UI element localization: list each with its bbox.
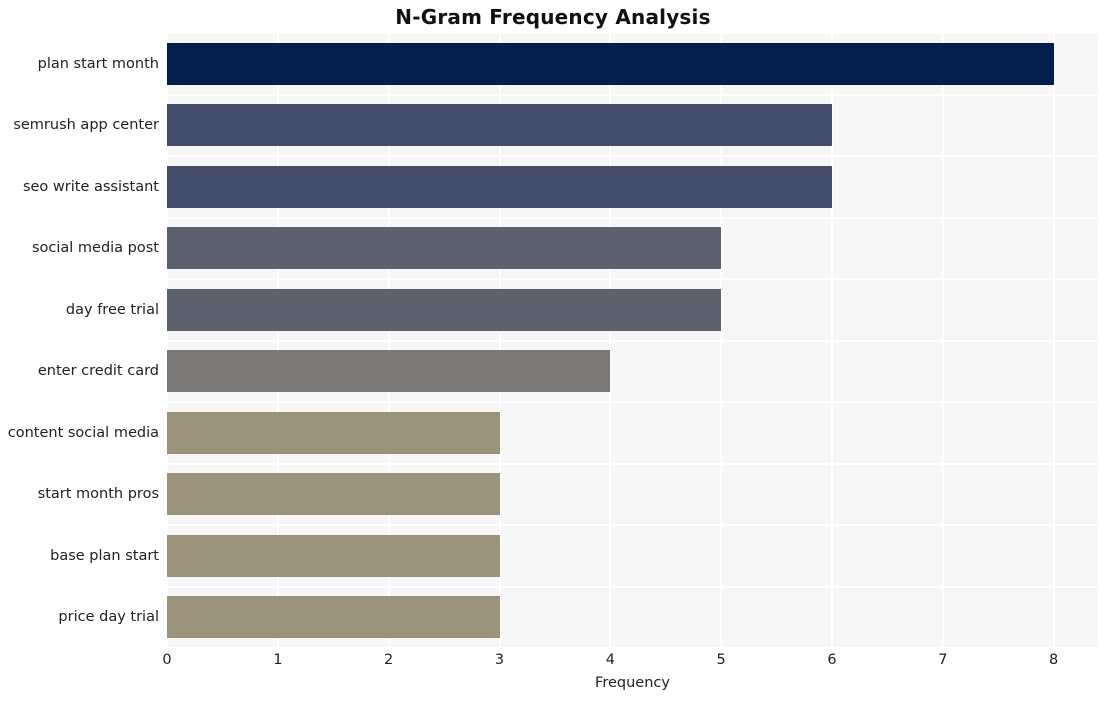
bar (167, 288, 722, 331)
bar (167, 165, 832, 208)
gridline-horizontal (167, 524, 1098, 526)
gridline-horizontal (167, 93, 1098, 96)
bar (167, 411, 500, 454)
gridline-horizontal (167, 33, 1098, 34)
gridline-horizontal (167, 462, 1098, 465)
gridline-horizontal (167, 339, 1098, 342)
bar (167, 473, 500, 516)
y-axis-tick-labels: plan start month semrush app center seo wr… (0, 33, 159, 648)
y-axis-tick-label: start month pros (37, 486, 159, 503)
x-axis-tick-label: 2 (384, 652, 394, 668)
y-axis-tick-label: enter credit card (37, 363, 159, 380)
gridline-horizontal (167, 155, 1098, 157)
bar (167, 227, 722, 270)
bar (167, 534, 500, 577)
bar (167, 350, 611, 393)
y-axis-tick-label: seo write assistant (22, 178, 159, 195)
x-axis-tick-label: 6 (827, 652, 837, 668)
bar (167, 42, 1054, 85)
gridline-horizontal (167, 585, 1098, 588)
chart-figure: N-Gram Frequency Analysis plan start mon… (0, 0, 1106, 701)
y-axis-tick-label: content social media (7, 424, 159, 441)
x-axis-tick-labels: 0 1 2 3 4 5 6 7 8 (0, 652, 1106, 676)
y-axis-tick-label: plan start month (37, 55, 159, 72)
bar (167, 104, 832, 147)
gridline-horizontal (167, 216, 1098, 219)
y-axis-tick-label: social media post (31, 240, 159, 257)
bar (167, 596, 500, 639)
gridline-horizontal (167, 278, 1098, 280)
x-axis-tick-label: 0 (162, 652, 172, 668)
plot-area (167, 33, 1098, 648)
y-axis-tick-label: price day trial (58, 609, 159, 626)
x-axis-tick-label: 5 (716, 652, 726, 668)
x-axis-tick-label: 3 (494, 652, 505, 668)
x-axis-tick-label: 7 (938, 652, 948, 668)
x-axis-tick-label: 1 (273, 652, 283, 668)
x-axis-tick-label: 8 (1049, 652, 1059, 668)
y-axis-tick-label: day free trial (65, 301, 159, 318)
x-axis-tick-label: 4 (605, 652, 615, 668)
chart-title: N-Gram Frequency Analysis (395, 5, 711, 29)
x-axis-title: Frequency (595, 675, 670, 691)
y-axis-tick-label: semrush app center (13, 117, 159, 134)
y-axis-tick-label: base plan start (50, 547, 159, 564)
gridline-horizontal (167, 401, 1098, 403)
gridline-horizontal (167, 647, 1098, 648)
